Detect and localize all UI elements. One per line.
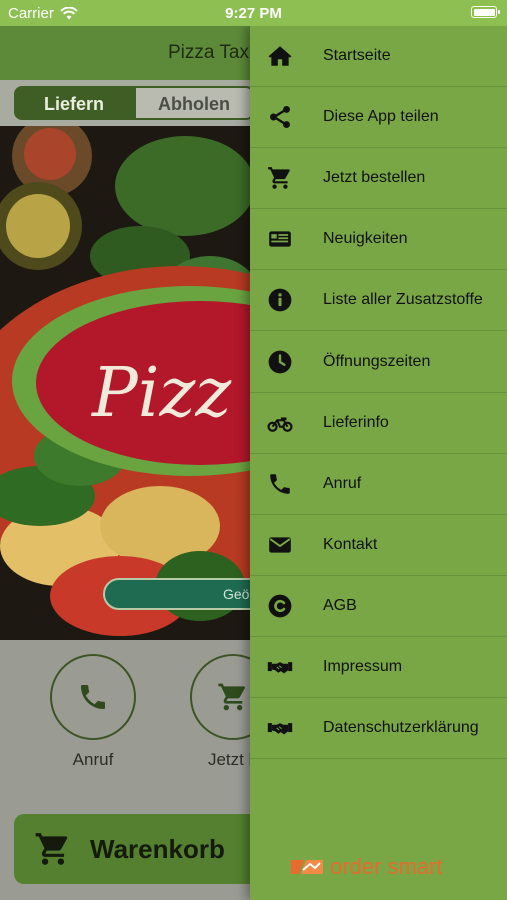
quick-call-button[interactable]: Anruf — [50, 654, 136, 770]
app-title: Pizza Tax — [168, 42, 249, 63]
menu-item-delivery-info[interactable]: Lieferinfo — [250, 393, 507, 454]
newspaper-icon — [250, 226, 310, 252]
handshake-icon — [250, 654, 310, 680]
phone-icon — [250, 471, 310, 497]
order-smart-logo-icon — [291, 860, 323, 874]
order-smart-logo: order smart — [290, 854, 442, 880]
menu-item-startseite[interactable]: Startseite — [250, 26, 507, 88]
cart-icon — [35, 833, 68, 865]
menu-label: Liste aller Zusatzstoffe — [323, 291, 483, 309]
menu-label: Impressum — [323, 657, 403, 675]
menu-label: Öffnungszeiten — [323, 352, 431, 370]
menu-label: Datenschutzerklärung — [323, 719, 479, 737]
home-icon — [250, 43, 310, 69]
menu-item-call[interactable]: Anruf — [250, 454, 507, 515]
menu-label: Diese App teilen — [323, 108, 439, 126]
menu-label: Anruf — [323, 474, 362, 492]
phone-icon — [50, 654, 136, 740]
cart-icon — [250, 165, 310, 191]
menu-label: Startseite — [323, 47, 391, 65]
menu-item-opening-hours[interactable]: Öffnungszeiten — [250, 331, 507, 393]
menu-item-share[interactable]: Diese App teilen — [250, 87, 507, 149]
tab-liefern[interactable]: Liefern — [14, 86, 134, 120]
motorcycle-icon — [250, 410, 310, 436]
menu-item-privacy[interactable]: Datenschutzerklärung — [250, 698, 507, 760]
cart-label: Warenkorb — [90, 833, 225, 864]
menu-item-news[interactable]: Neuigkeiten — [250, 209, 507, 271]
menu-label: AGB — [323, 596, 357, 614]
menu-item-contact[interactable]: Kontakt — [250, 515, 507, 576]
handshake-icon — [250, 715, 310, 741]
brand-name: order smart — [330, 854, 443, 879]
share-icon — [250, 104, 310, 130]
menu-label: Lieferinfo — [323, 413, 389, 431]
envelope-icon — [250, 532, 310, 558]
menu-label: Jetzt bestellen — [323, 169, 426, 187]
menu-item-order[interactable]: Jetzt bestellen — [250, 148, 507, 210]
battery-icon — [471, 6, 500, 18]
quick-call-label: Anruf — [72, 750, 114, 769]
menu-item-additives[interactable]: Liste aller Zusatzstoffe — [250, 270, 507, 332]
tab-abholen[interactable]: Abholen — [134, 86, 254, 120]
side-drawer: Startseite Diese App teilen Jetzt bestel… — [250, 26, 507, 900]
svg-text:Pizz: Pizz — [90, 354, 232, 433]
copyright-icon — [250, 593, 310, 619]
menu-label: Neuigkeiten — [323, 230, 408, 248]
clock-time: 9:27 PM — [225, 5, 282, 22]
menu-label: Kontakt — [323, 535, 378, 553]
status-bar: Carrier 9:27 PM — [0, 0, 507, 26]
menu-item-impressum[interactable]: Impressum — [250, 637, 507, 699]
info-icon — [250, 287, 310, 313]
menu-item-agb[interactable]: AGB — [250, 576, 507, 637]
clock-icon — [250, 349, 310, 375]
